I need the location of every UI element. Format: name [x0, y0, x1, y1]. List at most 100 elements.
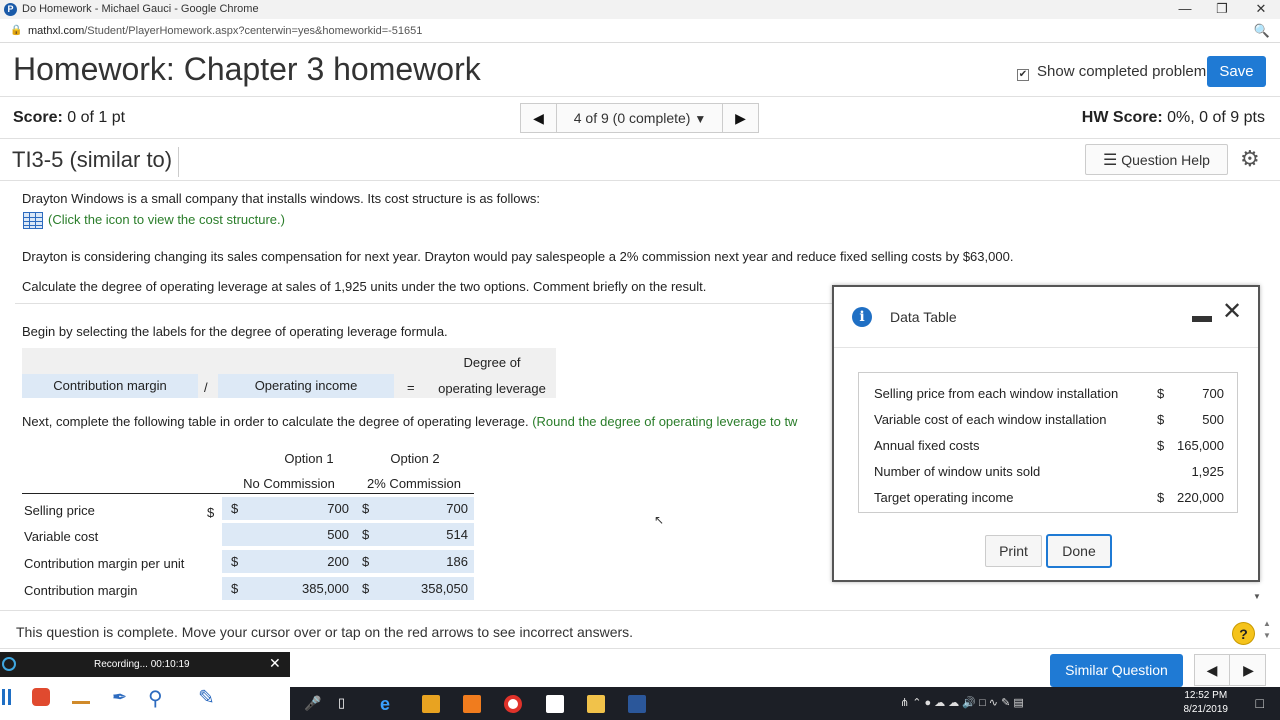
help-question-icon[interactable]: ?: [1232, 622, 1255, 645]
edge-icon[interactable]: e: [380, 695, 398, 713]
divider: [0, 648, 1280, 649]
recording-timer: Recording... 00:10:19: [94, 659, 190, 670]
recorder-toolbar: ✒ ⚲ ✎: [0, 677, 290, 720]
pause-icon[interactable]: [2, 689, 5, 705]
notification-icon[interactable]: □: [1256, 695, 1264, 711]
score-display: Score: 0 of 1 pt: [13, 109, 126, 126]
recorder-logo-icon: [2, 657, 16, 671]
draw-line-icon[interactable]: [72, 701, 90, 704]
column-subheader: No Commission: [243, 476, 335, 491]
row-label: Contribution margin: [24, 583, 138, 598]
option1-value[interactable]: 700: [282, 501, 349, 516]
gear-icon[interactable]: ⚙: [1240, 146, 1260, 172]
windows-taskbar: 🎤 ▯ e ⋔ ⌃ ● ☁ ☁ 🔊 □ ∿ ✎ ▤ 12:52 PM 8/21/2…: [290, 687, 1280, 720]
close-window-button[interactable]: ✕: [1242, 0, 1280, 19]
row-label: Contribution margin per unit: [24, 556, 185, 571]
question-pager: ◀ 4 of 9 (0 complete) ▼ ▶: [520, 103, 759, 133]
divide-sign: /: [204, 380, 208, 395]
next-question-button[interactable]: ▶: [1231, 655, 1266, 685]
task-view-icon[interactable]: ▯: [338, 695, 356, 713]
screen-recorder-widget: Recording... 00:10:19 ✕ ✒ ⚲ ✎: [0, 652, 290, 720]
table-row: Selling price from each window installat…: [874, 382, 1224, 406]
restore-window-button[interactable]: ❐: [1203, 0, 1241, 19]
scroll-down-icon[interactable]: ▼: [1253, 592, 1261, 601]
option1-value[interactable]: 200: [282, 554, 349, 569]
dol-formula: Contribution margin / Operating income =…: [22, 348, 556, 398]
currency-sign: $: [1157, 386, 1165, 401]
calculation-table: Option 1 Option 2 No Commission 2% Commi…: [22, 448, 474, 604]
similar-question-button[interactable]: Similar Question: [1050, 654, 1183, 687]
row-label: Variable cost of each window installatio…: [874, 412, 1107, 427]
close-dialog-button[interactable]: ✕: [1222, 297, 1242, 326]
app-icon[interactable]: [463, 695, 481, 713]
table-row: Target operating income $ 220,000: [874, 486, 1224, 510]
taskbar-clock[interactable]: 12:52 PM 8/21/2019: [1184, 689, 1229, 717]
divider: [15, 303, 833, 304]
numerator-select[interactable]: Contribution margin: [22, 374, 198, 398]
rounding-hint: (Round the degree of operating leverage …: [532, 414, 798, 429]
footer-scroll-arrows-icon[interactable]: ▲ ▼: [1263, 618, 1271, 642]
equals-sign: =: [407, 380, 415, 395]
previous-question-button[interactable]: ◀: [1195, 655, 1230, 685]
option2-value[interactable]: 514: [398, 527, 468, 542]
store-icon[interactable]: [422, 695, 440, 713]
minimize-window-button[interactable]: —: [1166, 0, 1204, 19]
row-value: 165,000: [1177, 438, 1224, 453]
mail-icon[interactable]: [546, 695, 564, 713]
info-icon: i: [852, 307, 872, 327]
instruction-text: Next, complete the following table in or…: [22, 414, 798, 429]
microphone-icon[interactable]: 🎤: [304, 695, 321, 712]
dialog-title: Data Table: [890, 309, 957, 325]
row-value: 700: [1202, 386, 1224, 401]
word-icon[interactable]: [628, 695, 646, 713]
table-row: Number of window units sold 1,925: [874, 460, 1224, 484]
show-completed-toggle[interactable]: ✔ Show completed problem: [1017, 63, 1206, 81]
url-text[interactable]: mathxl.com/Student/PlayerHomework.aspx?c…: [28, 25, 422, 37]
question-selector-dropdown[interactable]: 4 of 9 (0 complete) ▼: [558, 104, 722, 132]
show-completed-label: Show completed problem: [1037, 63, 1207, 80]
option1-value[interactable]: 500: [282, 527, 349, 542]
highlighter-icon[interactable]: ✒: [112, 687, 127, 708]
data-table-icon[interactable]: [23, 212, 43, 229]
cost-structure-table: Selling price from each window installat…: [858, 372, 1238, 513]
view-cost-structure-link[interactable]: (Click the icon to view the cost structu…: [48, 212, 285, 227]
instruction-text: Begin by selecting the labels for the de…: [22, 324, 448, 339]
close-recorder-button[interactable]: ✕: [269, 655, 281, 672]
print-button[interactable]: Print: [985, 535, 1042, 567]
column-header: Option 1: [284, 451, 334, 466]
option2-value[interactable]: 700: [398, 501, 468, 516]
option1-value[interactable]: 385,000: [282, 581, 349, 596]
row-label: Target operating income: [874, 490, 1014, 505]
done-button[interactable]: Done: [1046, 534, 1112, 568]
show-completed-checkbox[interactable]: ✔: [1017, 69, 1029, 81]
divider: [0, 610, 1250, 611]
minimize-dialog-button[interactable]: ▬: [1192, 305, 1212, 328]
table-row: Annual fixed costs $ 165,000: [874, 434, 1224, 458]
address-bar[interactable]: 🔒 mathxl.com/Student/PlayerHomework.aspx…: [0, 19, 1280, 43]
denominator-select[interactable]: Operating income: [218, 374, 394, 398]
hw-score-display: HW Score: 0%, 0 of 9 pts: [1081, 109, 1265, 126]
header-rule: [22, 493, 474, 494]
stop-icon[interactable]: [32, 688, 50, 706]
pencil-icon[interactable]: ✎: [198, 685, 215, 710]
save-button[interactable]: Save: [1207, 56, 1266, 87]
table-row: Variable cost of each window installatio…: [874, 408, 1224, 432]
previous-question-button[interactable]: ◀: [521, 104, 557, 132]
zoom-icon[interactable]: 🔍: [1254, 23, 1270, 39]
question-paragraph: Calculate the degree of operating levera…: [22, 279, 707, 294]
option2-value[interactable]: 186: [398, 554, 468, 569]
next-question-button[interactable]: ▶: [722, 104, 758, 132]
chrome-icon[interactable]: [504, 695, 522, 713]
question-help-button[interactable]: ☰ Question Help: [1085, 144, 1228, 175]
file-explorer-icon[interactable]: [587, 695, 605, 713]
page-title: Homework: Chapter 3 homework: [13, 51, 481, 87]
zoom-add-icon[interactable]: ⚲: [148, 686, 163, 711]
question-paragraph: Drayton is considering changing its sale…: [22, 249, 1014, 264]
currency-sign: $: [362, 527, 370, 542]
result-label-line2: operating leverage: [438, 381, 546, 396]
option2-value[interactable]: 358,050: [398, 581, 468, 596]
column-subheader: 2% Commission: [367, 476, 461, 491]
question-intro: Drayton Windows is a small company that …: [22, 191, 541, 206]
row-label: Annual fixed costs: [874, 438, 980, 453]
system-tray-icons[interactable]: ⋔ ⌃ ● ☁ ☁ 🔊 □ ∿ ✎ ▤: [900, 696, 1024, 709]
